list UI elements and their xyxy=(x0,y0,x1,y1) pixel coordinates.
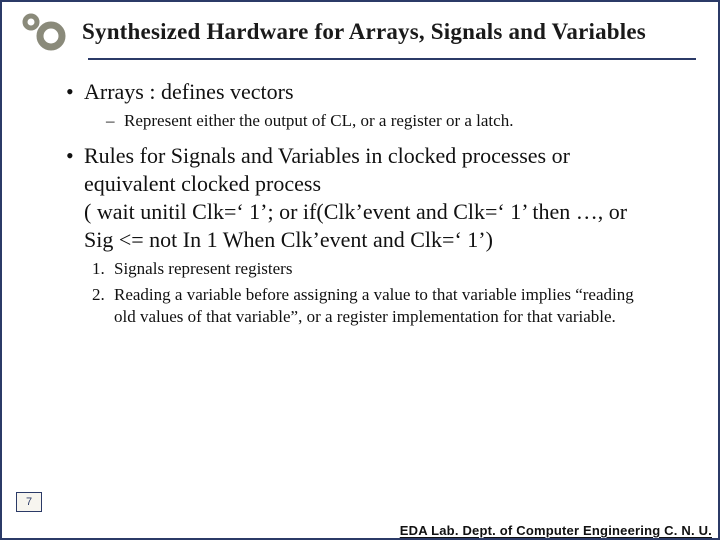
numbered-item: 2. Reading a variable before assigning a… xyxy=(92,284,688,328)
dash-icon: – xyxy=(106,110,124,132)
sub-bullet-text: Represent either the output of CL, or a … xyxy=(124,110,513,132)
bullet-dot-icon: • xyxy=(66,142,84,170)
page-number: 7 xyxy=(16,492,42,512)
page-number-value: 7 xyxy=(26,496,32,508)
slide-title: Synthesized Hardware for Arrays, Signals… xyxy=(82,19,646,45)
header: Synthesized Hardware for Arrays, Signals… xyxy=(2,2,718,56)
slide: Synthesized Hardware for Arrays, Signals… xyxy=(0,0,720,540)
bullet-text: Rules for Signals and Variables in clock… xyxy=(84,142,644,254)
bullet-text: Arrays : defines vectors xyxy=(84,78,294,106)
number-marker: 2. xyxy=(92,284,114,306)
bullet-logo-icon xyxy=(16,12,74,52)
content-area: • Arrays : defines vectors – Represent e… xyxy=(2,60,718,328)
footer-text: EDA Lab. Dept. of Computer Engineering C… xyxy=(2,521,718,538)
bullet-dot-icon: • xyxy=(66,78,84,106)
sub-bullet-item: – Represent either the output of CL, or … xyxy=(106,110,688,132)
bullet-item: • Arrays : defines vectors xyxy=(66,78,688,106)
numbered-item: 1. Signals represent registers xyxy=(92,258,688,280)
numbered-text: Signals represent registers xyxy=(114,258,292,280)
numbered-text: Reading a variable before assigning a va… xyxy=(114,284,654,328)
bullet-item: • Rules for Signals and Variables in clo… xyxy=(66,142,688,254)
number-marker: 1. xyxy=(92,258,114,280)
